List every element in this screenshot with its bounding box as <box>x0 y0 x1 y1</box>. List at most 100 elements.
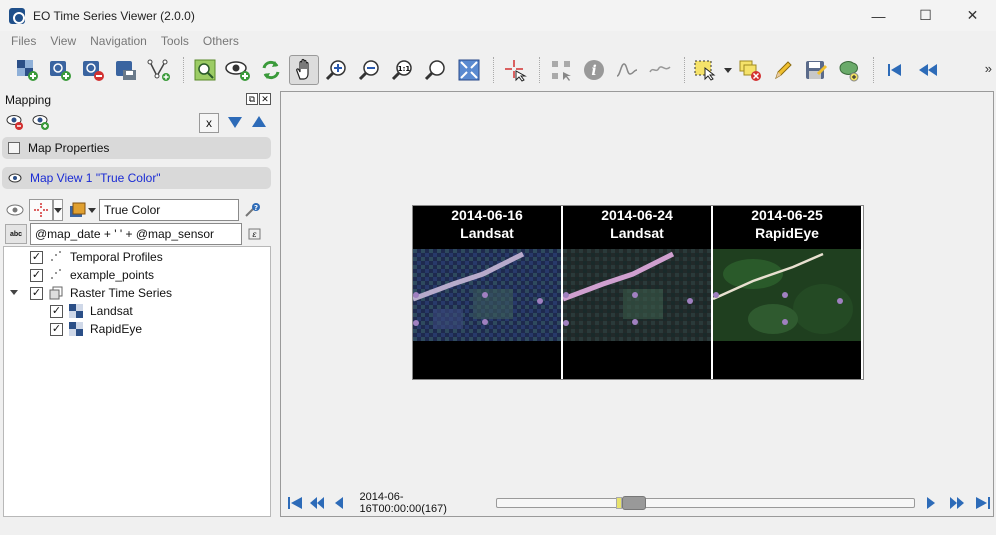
layer-label: Landsat <box>90 304 133 318</box>
layer-checkbox[interactable]: ✓ <box>30 250 43 264</box>
add-vector-icon[interactable] <box>144 55 174 85</box>
toolbar-overflow-button[interactable]: » <box>985 61 992 76</box>
dock-float-button[interactable]: ⧉ <box>246 93 258 105</box>
minimize-button[interactable]: — <box>855 0 902 31</box>
previous-step-nav-icon[interactable] <box>306 492 328 514</box>
save-edits-icon[interactable] <box>801 55 831 85</box>
previous-date-icon[interactable] <box>913 55 943 85</box>
add-map-view-small-icon[interactable] <box>31 112 51 132</box>
tree-row-temporal-profiles[interactable]: ✓ Temporal Profiles <box>30 248 163 266</box>
map-canvas-area[interactable]: 2014-06-16 Landsat 2014-06-24 Landsat 20… <box>280 91 994 517</box>
save-time-series-icon[interactable] <box>111 55 141 85</box>
point-layer-icon <box>51 269 61 279</box>
map-canvas-1[interactable]: 2014-06-16 Landsat <box>413 206 561 379</box>
add-raster-icon[interactable] <box>12 55 42 85</box>
remove-time-series-icon[interactable] <box>78 55 108 85</box>
maximize-button[interactable]: ☐ <box>902 0 949 31</box>
map-canvas-2[interactable]: 2014-06-24 Landsat <box>563 206 711 379</box>
add-feature-icon[interactable] <box>834 55 864 85</box>
select-dropdown-arrow-icon[interactable] <box>724 55 732 85</box>
clear-button[interactable]: x <box>199 113 219 133</box>
add-time-series-icon[interactable] <box>45 55 75 85</box>
tree-row-landsat[interactable]: ✓ Landsat <box>50 302 133 320</box>
rapideye-image <box>713 249 861 341</box>
select-center-icon[interactable] <box>546 55 576 85</box>
zoom-in-icon[interactable] <box>322 55 352 85</box>
time-navigation-bar: 2014-06-16T00:00:00(167) <box>280 490 994 516</box>
identify-info-icon[interactable]: i <box>579 55 609 85</box>
zoom-to-extent-icon[interactable] <box>421 55 451 85</box>
zoom-full-icon[interactable] <box>454 55 484 85</box>
menu-view[interactable]: View <box>43 34 83 48</box>
move-down-icon[interactable] <box>227 115 243 129</box>
map-view-label: Map View 1 "True Color" <box>30 171 161 185</box>
label-expression-input[interactable] <box>30 223 242 245</box>
layer-label: RapidEye <box>90 322 143 336</box>
next-step-nav-icon[interactable] <box>946 492 968 514</box>
layer-checkbox[interactable]: ✓ <box>30 268 43 282</box>
crosshair-icon[interactable] <box>500 55 530 85</box>
next-date-nav-icon[interactable] <box>921 492 943 514</box>
menu-others[interactable]: Others <box>196 34 246 48</box>
zoom-native-res-icon[interactable]: 1:1 <box>388 55 418 85</box>
visibility-eye-icon[interactable] <box>5 200 25 220</box>
menu-tools[interactable]: Tools <box>154 34 196 48</box>
last-date-nav-icon[interactable] <box>972 492 994 514</box>
map-grid: 2014-06-16 Landsat 2014-06-24 Landsat 20… <box>412 205 864 380</box>
layer-label: Temporal Profiles <box>70 250 163 264</box>
crosshair-style-button[interactable] <box>29 199 53 221</box>
map-canvas-3[interactable]: 2014-06-25 RapidEye <box>713 206 861 379</box>
add-map-view-icon[interactable] <box>223 55 253 85</box>
layer-checkbox[interactable]: ✓ <box>30 286 43 300</box>
map-properties-section[interactable]: Map Properties <box>2 137 271 159</box>
app-logo-icon <box>9 7 25 24</box>
label-abc-icon[interactable]: abc <box>5 224 27 244</box>
previous-date-nav-icon[interactable] <box>328 492 350 514</box>
map-properties-checkbox[interactable] <box>8 142 20 154</box>
layer-checkbox[interactable]: ✓ <box>50 304 63 318</box>
current-date-label: 2014-06-16T00:00:00(167) <box>359 491 447 515</box>
map-label-2: 2014-06-24 Landsat <box>563 206 711 242</box>
time-slider[interactable] <box>495 496 915 510</box>
first-date-icon[interactable] <box>880 55 910 85</box>
map-label-1: 2014-06-16 Landsat <box>413 206 561 242</box>
crosshair-dropdown-icon[interactable] <box>53 199 63 221</box>
temporal-profile-icon[interactable] <box>612 55 642 85</box>
raster-layer-icon <box>69 304 83 318</box>
menu-navigation[interactable]: Navigation <box>83 34 154 48</box>
band-combination-input[interactable] <box>99 199 239 221</box>
zoom-out-icon[interactable] <box>355 55 385 85</box>
menu-files[interactable]: Files <box>4 34 43 48</box>
zoom-to-full-extent-icon[interactable] <box>190 55 220 85</box>
slider-handle[interactable] <box>621 496 646 510</box>
tree-expander-icon[interactable] <box>10 290 18 295</box>
tree-row-rapideye[interactable]: ✓ RapidEye <box>50 320 142 338</box>
map-view-section[interactable]: Map View 1 "True Color" <box>2 167 271 189</box>
expression-builder-icon[interactable]: ε <box>245 224 265 244</box>
remove-map-view-icon[interactable] <box>5 112 25 132</box>
tree-row-example-points[interactable]: ✓ example_points <box>30 266 154 284</box>
first-date-nav-icon[interactable] <box>284 492 306 514</box>
eye-icon <box>8 173 22 183</box>
map-properties-label: Map Properties <box>28 141 110 155</box>
landsat-image <box>563 249 711 341</box>
renderer-dropdown-icon[interactable] <box>87 200 97 220</box>
move-up-icon[interactable] <box>251 115 267 129</box>
close-button[interactable]: ✕ <box>949 0 996 31</box>
select-feature-icon[interactable] <box>691 55 721 85</box>
edit-pencil-icon[interactable] <box>768 55 798 85</box>
mapping-dock: Mapping ⧉ ✕ x Map Properties Map View 1 … <box>0 89 276 517</box>
deselect-feature-icon[interactable] <box>735 55 765 85</box>
band-help-icon[interactable]: ? <box>242 200 262 220</box>
raster-renderer-icon[interactable] <box>67 200 87 220</box>
spectral-profile-icon[interactable] <box>645 55 675 85</box>
point-layer-icon <box>51 251 61 261</box>
pan-hand-icon[interactable] <box>289 55 319 85</box>
status-bar <box>0 517 996 535</box>
menu-bar: Files View Navigation Tools Others <box>0 31 996 51</box>
map-label-3: 2014-06-25 RapidEye <box>713 206 861 242</box>
tree-row-raster-time-series[interactable]: ✓ Raster Time Series <box>30 284 172 302</box>
dock-close-button[interactable]: ✕ <box>259 93 271 105</box>
layer-checkbox[interactable]: ✓ <box>50 322 63 336</box>
refresh-icon[interactable] <box>256 55 286 85</box>
